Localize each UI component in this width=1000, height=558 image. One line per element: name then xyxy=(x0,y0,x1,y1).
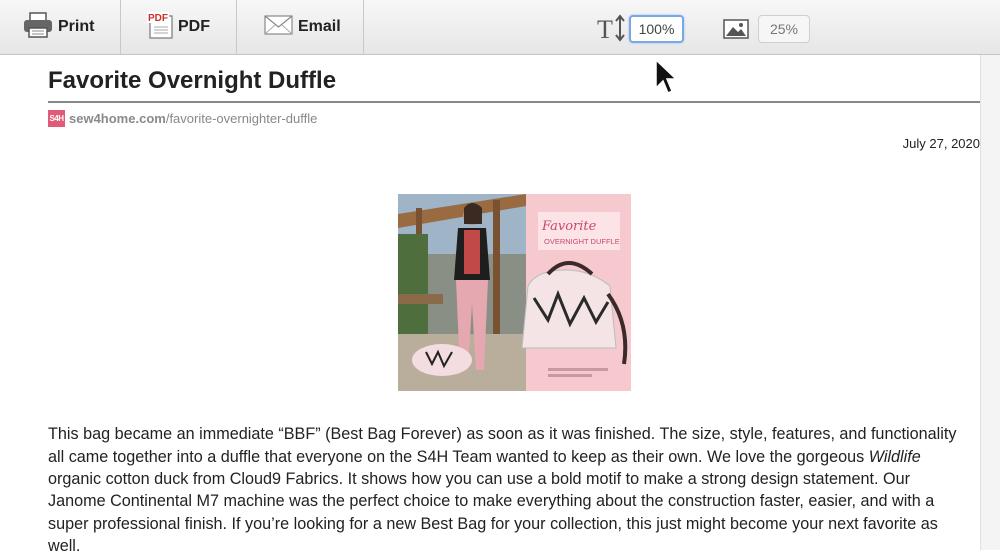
title-divider xyxy=(48,101,980,103)
article-title: Favorite Overnight Duffle xyxy=(48,67,337,94)
body-italic-term: Wildlife xyxy=(868,447,921,466)
print-button[interactable]: Print xyxy=(22,0,94,54)
site-logo: S4H xyxy=(48,110,65,127)
toolbar-divider xyxy=(363,0,364,54)
pdf-label: PDF xyxy=(178,18,210,35)
email-button[interactable]: Email xyxy=(264,0,341,54)
source-path: /favorite-overnighter-duffle xyxy=(165,111,318,126)
print-label: Print xyxy=(58,18,95,35)
article-image: Favorite OVERNIGHT DUFFLE xyxy=(398,194,631,391)
body-text-part1: This bag became an immediate “BBF” (Best… xyxy=(48,425,957,466)
image-icon xyxy=(723,19,749,44)
source-domain: sew4home.com xyxy=(69,111,166,126)
article-date: July 27, 2020 xyxy=(902,136,980,151)
svg-text:T: T xyxy=(597,15,613,42)
image-title-line2: OVERNIGHT DUFFLE xyxy=(544,237,620,246)
mouse-cursor-icon xyxy=(654,58,678,101)
text-size-input[interactable]: 100% xyxy=(629,15,684,43)
text-size-value: 100% xyxy=(638,21,675,37)
text-size-icon: T xyxy=(597,14,627,47)
article-body: This bag became an immediate “BBF” (Best… xyxy=(48,423,968,557)
envelope-icon xyxy=(264,14,298,41)
toolbar: Print PDF PDF Email T 100% 25% xyxy=(0,0,1000,55)
image-size-value: 25% xyxy=(769,21,799,37)
toolbar-divider xyxy=(236,0,237,54)
image-size-input[interactable]: 25% xyxy=(758,15,810,43)
pdf-button[interactable]: PDF PDF xyxy=(146,0,210,54)
body-text-part2: organic cotton duck from Cloud9 Fabrics.… xyxy=(48,470,938,556)
svg-text:PDF: PDF xyxy=(148,13,168,24)
email-label: Email xyxy=(298,18,341,35)
image-title-line1: Favorite xyxy=(541,219,597,234)
printer-icon xyxy=(22,11,58,44)
toolbar-divider xyxy=(120,0,121,54)
scrollbar[interactable] xyxy=(980,55,1000,550)
source-link[interactable]: S4H sew4home.com /favorite-overnighter-d… xyxy=(48,110,317,127)
pdf-icon: PDF xyxy=(146,10,178,45)
